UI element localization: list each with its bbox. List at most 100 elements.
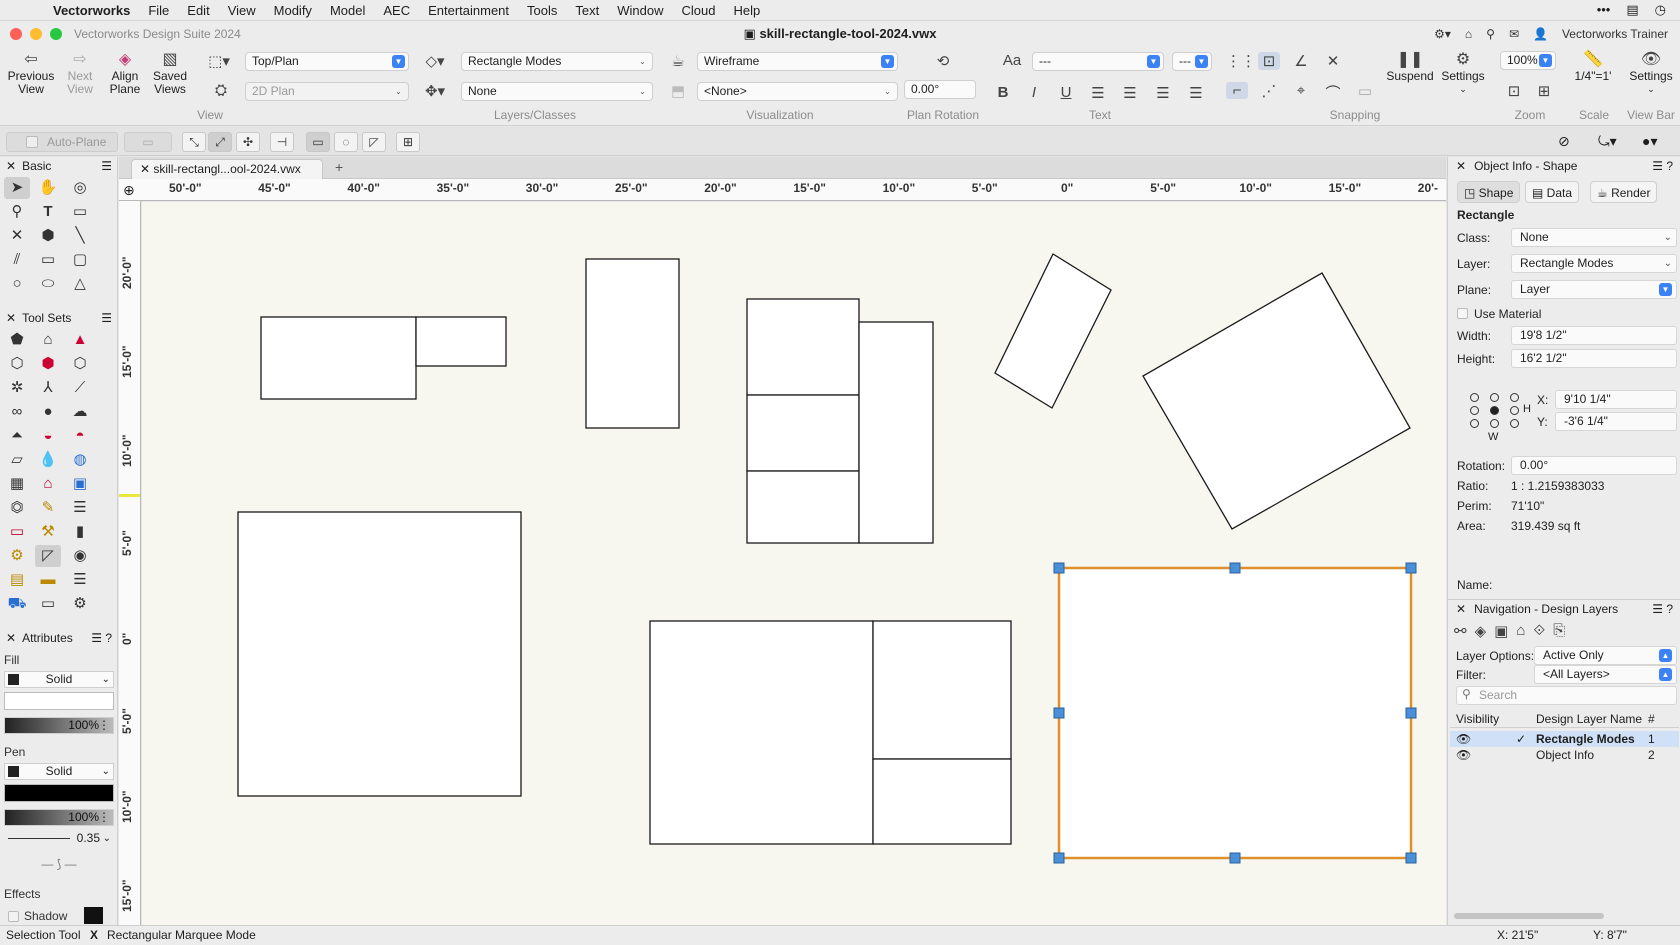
mode-centered-icon[interactable]: ✣ [236,132,260,152]
menu-tools[interactable]: Tools [518,0,566,21]
fill-style-select[interactable]: Solid ⌄ [4,671,114,688]
minimize-window-icon[interactable] [30,27,42,40]
toolset-audio-icon[interactable]: ✎ [35,497,61,519]
selection-tool-icon[interactable]: ➤ [4,177,30,199]
plan-rotation-icon[interactable]: ⟲ [932,52,954,70]
pen-color-swatch[interactable] [4,784,114,802]
toolset-truss-icon[interactable]: ⏣ [4,497,30,519]
align-center-icon[interactable]: ☰ [1119,84,1141,102]
toolset-detail-icon[interactable]: ⟋ [67,377,93,399]
view-select[interactable]: Top/Plan ▼ [245,52,409,71]
layer-select[interactable]: Rectangle Modes ⌄ [1511,254,1677,273]
shadow-color-swatch[interactable] [84,907,103,924]
rotated-rectangle-shape[interactable] [1142,272,1411,530]
rectangle-shape[interactable] [746,298,860,396]
menu-cloud[interactable]: Cloud [672,0,724,21]
render-3d-select[interactable]: <None> ⌄ [697,82,898,101]
document-tab[interactable]: ✕ skill-rectangl...ool-2024.vwx [131,159,323,179]
snap-distance-icon[interactable]: ⋰ [1258,82,1280,100]
rectangle-shape[interactable] [872,758,1012,845]
tab-shape[interactable]: ◳ Shape [1457,181,1521,203]
toolset-grid-icon[interactable]: ▦ [4,473,30,495]
locator-point[interactable] [1490,393,1499,402]
saved-views-button[interactable]: ▧ Saved Views [150,50,190,96]
menu-window[interactable]: Window [608,0,672,21]
fit-to-window-icon[interactable]: ⊡ [1503,82,1525,100]
polygon-tool-icon[interactable]: △ [67,273,93,295]
view-icon[interactable]: ⬚▾ [208,52,230,70]
toolset-space-icon[interactable]: ⬡ [67,353,93,375]
toolset-panel-icon[interactable]: ▮ [67,521,93,543]
handle-top-right[interactable] [1405,562,1417,574]
toolset-rigging-icon[interactable]: ◒ [35,425,61,447]
menu-aec[interactable]: AEC [374,0,419,21]
col-visibility[interactable]: Visibility [1456,710,1499,728]
callout-tool-icon[interactable]: ▭ [67,201,93,223]
bold-icon[interactable]: B [992,84,1014,101]
zoom-select[interactable]: 100% ▼ [1500,51,1556,70]
plane-icon[interactable]: ⛭ [210,82,232,99]
rectangle-shape[interactable] [872,620,1012,760]
mode-cursor-icon[interactable]: ⊘ [1558,133,1570,150]
toolset-screen-icon[interactable]: ▣ [67,473,93,495]
menu-edit[interactable]: Edit [178,0,218,21]
toolset-solid-icon[interactable]: ⬢ [35,353,61,375]
locator-point[interactable] [1470,406,1479,415]
mode-rectangle-icon[interactable]: ⤢ [208,132,232,152]
plane-select[interactable]: Layer ▼ [1511,280,1677,299]
zoom-fit-objects-icon[interactable]: ⊞ [1533,82,1555,100]
justify-icon[interactable]: ☰ [1185,84,1207,102]
handle-bottom-center[interactable] [1229,852,1241,864]
previous-view-button[interactable]: ⇦ Previous View [6,50,56,96]
toolset-lighting-icon[interactable]: ⏶ [4,425,30,447]
nav-views-icon[interactable]: ⌂ [1516,622,1525,640]
eye-icon[interactable]: 👁 [1456,747,1471,763]
close-icon[interactable]: ✕ [6,159,16,173]
help-icon[interactable]: ☰ ? [91,629,112,647]
shadow-checkbox[interactable] [8,911,19,922]
line-weight-select[interactable]: 0.35 ⌄ [4,831,114,848]
clock-icon[interactable]: ◷ [1655,2,1666,18]
pan-tool-icon[interactable]: ✋ [35,177,61,199]
snap-object-icon[interactable]: ⊡ [1258,52,1280,70]
render-mode-icon[interactable]: ☕ [667,52,689,70]
handle-middle-left[interactable] [1053,707,1065,719]
auto-plane-button[interactable]: Auto-Plane [6,132,118,152]
menu-app[interactable]: Vectorworks [44,0,139,21]
menu-help[interactable]: Help [724,0,769,21]
line-tool-icon[interactable]: ╲ [67,225,93,247]
mode-polygon-marquee-icon[interactable]: ◸ [362,132,386,152]
toolset-sphere-icon[interactable]: ● [35,401,61,423]
circle-tool-icon[interactable]: ○ [4,273,30,295]
locator-point[interactable] [1490,419,1499,428]
toolset-video-icon[interactable]: ▭ [4,521,30,543]
class-icon[interactable]: ✥▾ [424,82,446,100]
fill-color-swatch[interactable] [4,692,114,710]
close-icon[interactable]: ✕ [1456,602,1466,616]
close-icon[interactable]: ✕ [1456,159,1466,173]
plan-rotation-field[interactable]: 0.00° [904,80,976,99]
snap-working-plane-icon[interactable]: ▭ [1354,82,1376,100]
add-tab-icon[interactable]: + [335,159,343,175]
render-mode-select[interactable]: Wireframe ▼ [697,52,898,71]
toolset-dims-icon[interactable]: ⬟ [4,329,30,351]
horizontal-scrollbar[interactable] [1454,913,1604,919]
menu-modify[interactable]: Modify [265,0,321,21]
auto-plane-checkbox[interactable] [26,136,38,148]
next-view-button[interactable]: ⇨ Next View [60,50,100,96]
toolset-visual-icon[interactable]: ∞ [4,401,30,423]
handle-top-left[interactable] [1053,562,1065,574]
filter-select[interactable]: <All Layers> ▲ [1534,665,1677,684]
locator-point[interactable] [1470,419,1479,428]
handle-top-center[interactable] [1229,562,1241,574]
suspend-button[interactable]: ❚❚ Suspend [1384,50,1436,83]
tab-render[interactable]: ☕ Render [1590,181,1658,203]
eye-icon[interactable]: 👁 [1456,731,1471,747]
menu-view[interactable]: View [219,0,265,21]
name-field[interactable] [1502,575,1677,594]
toolset-3d-icon[interactable]: ⬡ [4,353,30,375]
flyover-tool-icon[interactable]: ◎ [67,177,93,199]
toolset-machine-icon[interactable]: ⏥ [4,449,30,471]
symbol-tool-icon[interactable]: ⬢ [35,225,61,247]
snap-intersection-icon[interactable]: ✕ [1322,52,1344,70]
